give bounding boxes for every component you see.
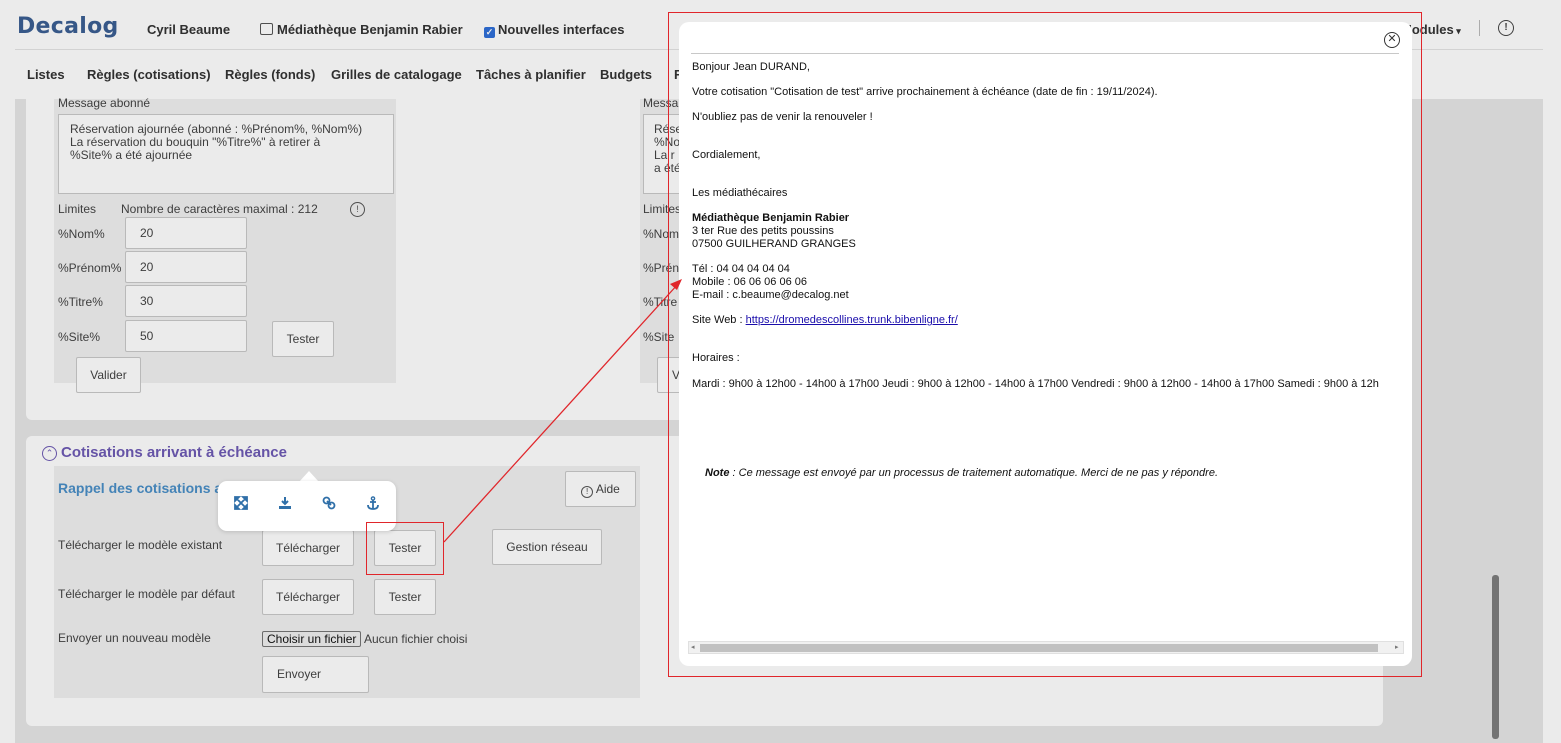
annotation-arrow [443, 279, 682, 543]
page: Decalog Cyril Beaume Médiathèque Benjami… [0, 0, 1561, 743]
